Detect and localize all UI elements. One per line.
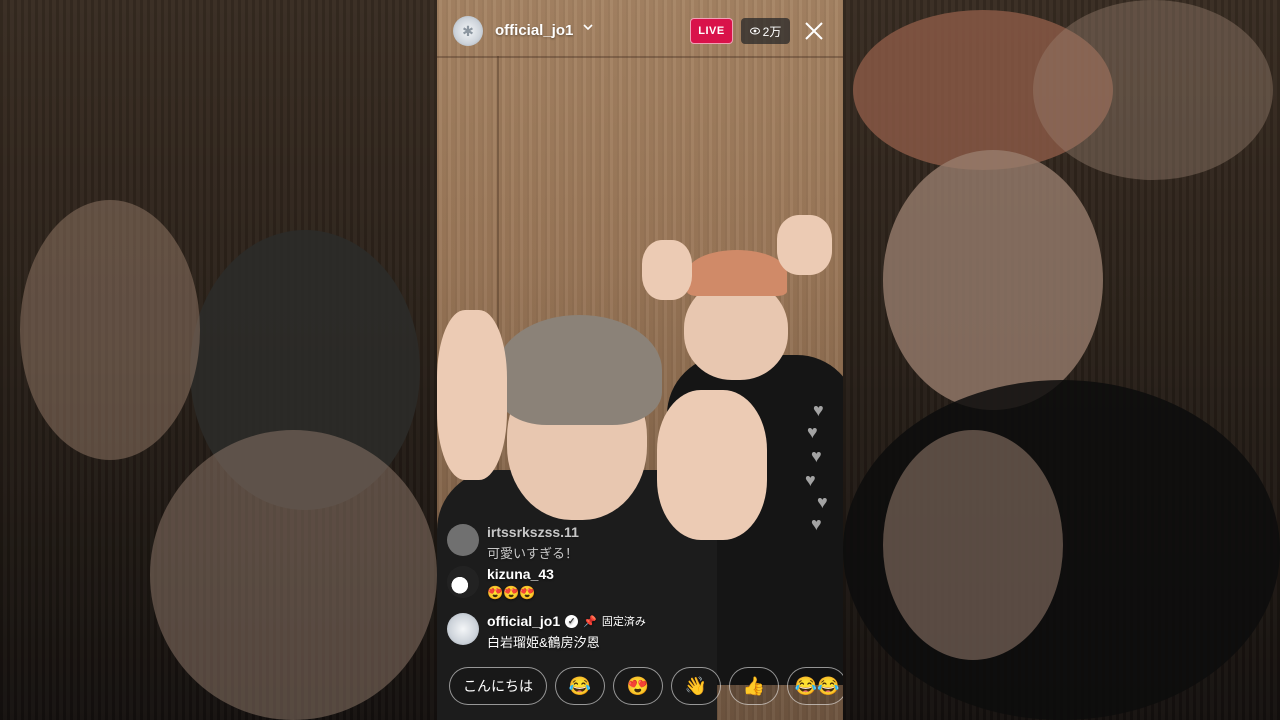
profile-avatar[interactable]: ✱: [453, 16, 483, 46]
chevron-down-icon[interactable]: [582, 20, 594, 36]
heart-icon: ♥: [805, 470, 816, 490]
comment-text: 😍😍😍: [487, 585, 536, 600]
comment-username[interactable]: kizuna_43: [487, 566, 554, 582]
close-icon: [805, 22, 823, 40]
pinned-label: 固定済み: [601, 616, 646, 628]
heart-icon: ♥: [813, 400, 824, 420]
viewer-count-badge[interactable]: 2万: [741, 18, 790, 44]
floating-hearts: ♥ ♥ ♥ ♥ ♥ ♥: [805, 400, 839, 540]
wave-emoji-button[interactable]: 👋: [671, 667, 721, 705]
comment-item: irtssrkszss.11 可愛いすぎる！: [447, 524, 579, 562]
live-video: ✱ official_jo1 LIVE 2万 ♥ ♥ ♥ ♥ ♥ ♥ irtss…: [437, 0, 843, 720]
comment-text: 可愛いすぎる！: [487, 546, 579, 561]
commenter-avatar[interactable]: [447, 566, 479, 598]
verified-badge-icon: ✓: [565, 614, 579, 628]
quick-reactions-bar: こんにちは 😂 😍 👋 👍 😂😂: [449, 667, 843, 707]
pin-icon: 📌: [583, 615, 597, 628]
top-bar: ✱ official_jo1 LIVE 2万: [437, 0, 843, 62]
heart-icon: ♥: [807, 422, 818, 442]
greeting-reaction-button[interactable]: こんにちは: [449, 667, 547, 705]
comment-item: kizuna_43 😍😍😍: [447, 566, 554, 601]
heart-icon: ♥: [811, 446, 822, 466]
laugh-emoji-button[interactable]: 😂: [555, 667, 605, 705]
thumbs-up-emoji-button[interactable]: 👍: [729, 667, 779, 705]
commenter-avatar[interactable]: [447, 524, 479, 556]
commenter-avatar[interactable]: [447, 613, 479, 645]
blurred-background-right: [843, 0, 1280, 720]
viewer-count: 2万: [762, 24, 782, 39]
comment-text: 白岩瑠姫&鶴房汐恩: [487, 635, 600, 650]
pinned-comment: official_jo1 ✓ 📌 固定済み 白岩瑠姫&鶴房汐恩: [447, 613, 646, 651]
double-laugh-emoji-button[interactable]: 😂😂: [787, 667, 843, 705]
heart-icon: ♥: [811, 514, 822, 534]
close-button[interactable]: [799, 16, 829, 46]
comment-username[interactable]: official_jo1: [487, 613, 560, 629]
host-username[interactable]: official_jo1: [495, 22, 573, 39]
comment-username[interactable]: irtssrkszss.11: [487, 524, 579, 540]
live-badge: LIVE: [690, 18, 733, 44]
heart-eyes-emoji-button[interactable]: 😍: [613, 667, 663, 705]
logo-icon: ✱: [462, 22, 474, 39]
heart-icon: ♥: [817, 492, 828, 512]
eye-icon: [749, 24, 760, 38]
blurred-background-left: [0, 0, 437, 720]
